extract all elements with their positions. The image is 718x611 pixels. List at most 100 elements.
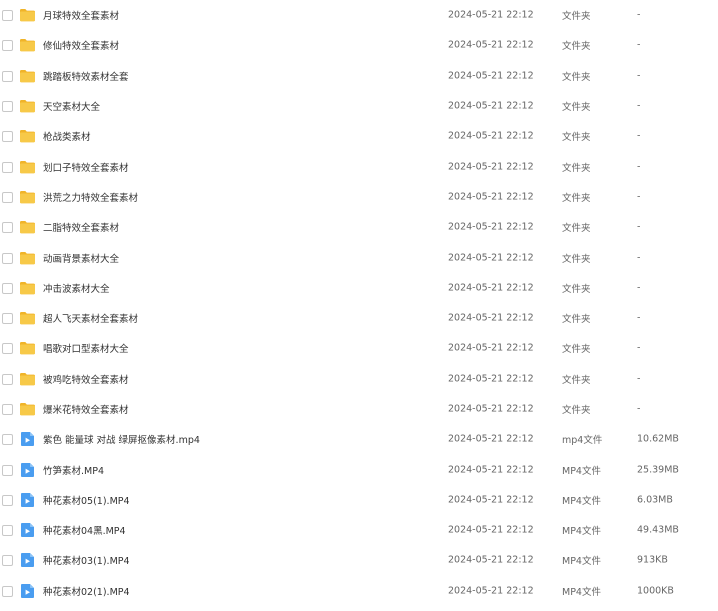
video-file-icon [19, 583, 36, 599]
folder-icon [19, 128, 36, 144]
file-name[interactable]: 种花素材03(1).MP4 [43, 553, 130, 567]
list-item[interactable]: 紫色 能量球 对战 绿屏抠像素材.mp4 2024-05-21 22:12 mp… [0, 424, 718, 454]
file-size: - [637, 39, 641, 51]
list-item[interactable]: 洪荒之力特效全套素材 2024-05-21 22:12 文件夹 - [0, 182, 718, 212]
list-item[interactable]: 超人飞天素材全套素材 2024-05-21 22:12 文件夹 - [0, 303, 718, 333]
row-checkbox[interactable] [2, 101, 13, 113]
row-checkbox[interactable] [2, 313, 13, 325]
file-type: MP4文件 [562, 556, 601, 568]
file-name[interactable]: 种花素材02(1).MP4 [43, 584, 130, 598]
list-item[interactable]: 月球特效全套素材 2024-05-21 22:12 文件夹 - [0, 0, 718, 30]
file-type: 文件夹 [562, 71, 591, 83]
folder-icon [19, 159, 36, 175]
file-name[interactable]: 跳踏板特效素材全套 [43, 69, 129, 83]
folder-icon [19, 280, 36, 296]
file-size: - [637, 100, 641, 112]
file-type: 文件夹 [562, 374, 591, 386]
file-name[interactable]: 二脂特效全套素材 [43, 220, 119, 234]
file-name[interactable]: 紫色 能量球 对战 绿屏抠像素材.mp4 [43, 432, 200, 446]
folder-icon [19, 371, 36, 387]
file-name[interactable]: 天空素材大全 [43, 99, 100, 113]
folder-icon [19, 401, 36, 417]
row-checkbox[interactable] [2, 161, 13, 173]
file-type: 文件夹 [562, 283, 591, 295]
file-name[interactable]: 种花素材05(1).MP4 [43, 493, 130, 507]
file-name[interactable]: 月球特效全套素材 [43, 8, 119, 22]
video-file-icon [19, 552, 36, 568]
file-name[interactable]: 洪荒之力特效全套素材 [43, 190, 138, 204]
row-checkbox[interactable] [2, 585, 13, 597]
row-checkbox[interactable] [2, 373, 13, 385]
file-type: 文件夹 [562, 162, 591, 174]
modified-date: 2024-05-21 22:12 [448, 554, 534, 566]
file-name[interactable]: 超人飞天素材全套素材 [43, 311, 138, 325]
row-checkbox[interactable] [2, 464, 13, 476]
modified-date: 2024-05-21 22:12 [448, 312, 534, 324]
file-name[interactable]: 枪战类素材 [43, 129, 91, 143]
list-item[interactable]: 枪战类素材 2024-05-21 22:12 文件夹 - [0, 121, 718, 151]
row-checkbox[interactable] [2, 343, 13, 355]
row-checkbox[interactable] [2, 191, 13, 203]
folder-icon [19, 98, 36, 114]
file-type: MP4文件 [562, 526, 601, 538]
file-size: 10.62MB [637, 433, 679, 445]
list-item[interactable]: 动画背景素材大全 2024-05-21 22:12 文件夹 - [0, 242, 718, 272]
file-size: 49.43MB [637, 524, 679, 536]
file-type: 文件夹 [562, 192, 591, 204]
folder-icon [19, 68, 36, 84]
file-name[interactable]: 竹笋素材.MP4 [43, 463, 104, 477]
video-file-icon [19, 431, 36, 447]
file-name[interactable]: 爆米花特效全套素材 [43, 402, 129, 416]
file-size: - [637, 191, 641, 203]
file-size: 913KB [637, 554, 668, 566]
list-item[interactable]: 唱歌对口型素材大全 2024-05-21 22:12 文件夹 - [0, 333, 718, 363]
list-item[interactable]: 种花素材05(1).MP4 2024-05-21 22:12 MP4文件 6.0… [0, 485, 718, 515]
row-checkbox[interactable] [2, 494, 13, 506]
file-type: 文件夹 [562, 344, 591, 356]
file-type: 文件夹 [562, 102, 591, 114]
list-item[interactable]: 被鸡吃特效全套素材 2024-05-21 22:12 文件夹 - [0, 364, 718, 394]
file-name[interactable]: 划口子特效全套素材 [43, 160, 129, 174]
file-type: 文件夹 [562, 223, 591, 235]
modified-date: 2024-05-21 22:12 [448, 494, 534, 506]
file-name[interactable]: 种花素材04黑.MP4 [43, 523, 126, 537]
file-size: - [637, 312, 641, 324]
modified-date: 2024-05-21 22:12 [448, 282, 534, 294]
file-name[interactable]: 被鸡吃特效全套素材 [43, 372, 129, 386]
file-name[interactable]: 冲击波素材大全 [43, 281, 110, 295]
row-checkbox[interactable] [2, 10, 13, 22]
row-checkbox[interactable] [2, 131, 13, 143]
row-checkbox[interactable] [2, 70, 13, 82]
file-type: 文件夹 [562, 405, 591, 416]
row-checkbox[interactable] [2, 252, 13, 264]
file-size: 6.03MB [637, 494, 673, 506]
list-item[interactable]: 天空素材大全 2024-05-21 22:12 文件夹 - [0, 91, 718, 121]
file-name[interactable]: 唱歌对口型素材大全 [43, 341, 129, 355]
file-size: - [637, 221, 641, 233]
modified-date: 2024-05-21 22:12 [448, 221, 534, 233]
list-item[interactable]: 划口子特效全套素材 2024-05-21 22:12 文件夹 - [0, 151, 718, 181]
row-checkbox[interactable] [2, 434, 13, 446]
row-checkbox[interactable] [2, 282, 13, 294]
list-item[interactable]: 冲击波素材大全 2024-05-21 22:12 文件夹 - [0, 273, 718, 303]
list-item[interactable]: 爆米花特效全套素材 2024-05-21 22:12 文件夹 - [0, 394, 718, 424]
row-checkbox[interactable] [2, 404, 13, 415]
row-checkbox[interactable] [2, 40, 13, 52]
list-item[interactable]: 跳踏板特效素材全套 2024-05-21 22:12 文件夹 - [0, 61, 718, 91]
file-name[interactable]: 修仙特效全套素材 [43, 38, 119, 52]
list-item[interactable]: 种花素材02(1).MP4 2024-05-21 22:12 MP4文件 100… [0, 576, 718, 606]
list-item[interactable]: 二脂特效全套素材 2024-05-21 22:12 文件夹 - [0, 212, 718, 242]
file-name[interactable]: 动画背景素材大全 [43, 251, 119, 265]
file-size: - [637, 373, 641, 385]
list-item[interactable]: 种花素材03(1).MP4 2024-05-21 22:12 MP4文件 913… [0, 545, 718, 575]
row-checkbox[interactable] [2, 555, 13, 567]
list-item[interactable]: 种花素材04黑.MP4 2024-05-21 22:12 MP4文件 49.43… [0, 515, 718, 545]
video-file-icon [19, 522, 36, 538]
file-type: 文件夹 [562, 253, 591, 265]
list-item[interactable]: 修仙特效全套素材 2024-05-21 22:12 文件夹 - [0, 30, 718, 60]
modified-date: 2024-05-21 22:12 [448, 191, 534, 203]
file-list: 月球特效全套素材 2024-05-21 22:12 文件夹 - 修仙特效全套素材… [0, 0, 718, 606]
list-item[interactable]: 竹笋素材.MP4 2024-05-21 22:12 MP4文件 25.39MB [0, 454, 718, 484]
row-checkbox[interactable] [2, 525, 13, 537]
row-checkbox[interactable] [2, 222, 13, 234]
